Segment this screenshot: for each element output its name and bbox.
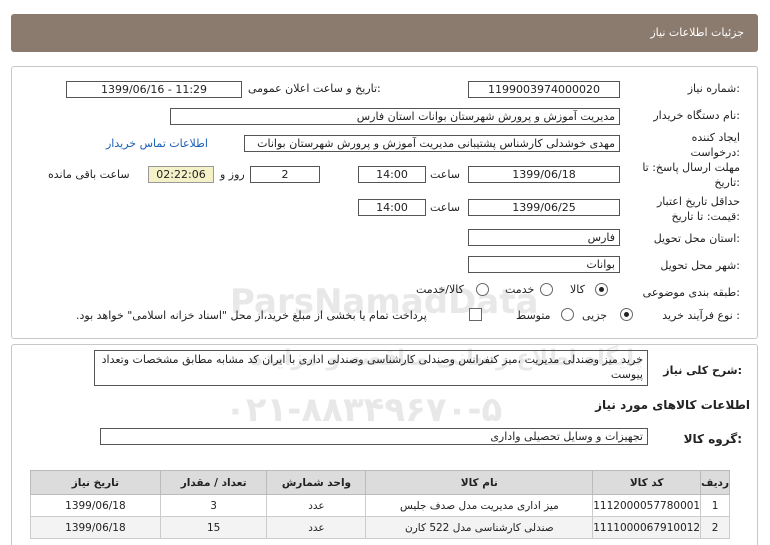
cell-goods-code: 1111000067910012 <box>592 516 702 539</box>
category-goods-radio[interactable] <box>595 283 608 296</box>
cell-row-number: 1 <box>700 494 730 517</box>
province-field: فارس <box>468 229 620 246</box>
cell-row-number: 2 <box>700 516 730 539</box>
announce-date-label: تاریخ و ساعت اعلان عمومی: <box>248 82 381 95</box>
send-time-field: 14:00 <box>358 166 426 183</box>
category-goods-label: کالا <box>570 283 585 296</box>
send-time-label: ساعت <box>430 168 460 181</box>
contact-buyer-link[interactable]: اطلاعات تماس خریدار <box>106 137 208 150</box>
city-field: بوانات <box>468 256 620 273</box>
process-medium-radio[interactable] <box>561 308 574 321</box>
send-date-field: 1399/06/18 <box>468 166 620 183</box>
treasury-payment-checkbox[interactable] <box>469 308 482 321</box>
cell-need-date: 1399/06/18 <box>30 494 161 517</box>
buyer-label: نام دستگاه خریدار: <box>653 109 740 122</box>
validity-time-field: 14:00 <box>358 199 426 216</box>
need-number-label: شماره نیاز: <box>687 82 740 95</box>
cell-need-date: 1399/06/18 <box>30 516 161 539</box>
goods-group-field: تجهیزات و وسایل تحصیلی واداری <box>100 428 648 445</box>
category-label: طبقه بندی موضوعی: <box>642 286 740 299</box>
cell-quantity: 15 <box>159 516 268 539</box>
cell-unit: عدد <box>266 494 367 517</box>
process-partial-label: جزیی <box>582 309 608 322</box>
page-title: جزئیات اطلاعات نیاز <box>650 26 744 39</box>
description-field: خرید میز وصندلی مدیریت ،میز کنفرانس وصند… <box>94 350 648 386</box>
cell-unit: عدد <box>266 516 367 539</box>
validity-date-field: 1399/06/25 <box>468 199 620 216</box>
goods-table: ردیف کد کالا نام کالا واحد شمارش تعداد /… <box>30 470 730 539</box>
validity-time-label: ساعت <box>430 201 460 214</box>
category-goods-service-radio[interactable] <box>476 283 489 296</box>
need-number-field: 1199003974000020 <box>468 81 620 98</box>
goods-table-header: ردیف کد کالا نام کالا واحد شمارش تعداد /… <box>30 470 730 495</box>
col-quantity: تعداد / مقدار <box>159 470 268 495</box>
description-label: شرح کلی نیاز: <box>663 364 742 377</box>
buyer-field: مدیریت آموزش و پرورش شهرستان بوانات استا… <box>170 108 620 125</box>
province-label: استان محل تحویل: <box>653 232 740 245</box>
cell-goods-name: میز اداری مدیریت مدل صدف جلیس <box>365 494 594 517</box>
goods-group-label: گروه کالا: <box>683 432 742 446</box>
cell-quantity: 3 <box>159 494 268 517</box>
category-service-label: خدمت <box>505 283 535 296</box>
announce-date-field: 1399/06/16 - 11:29 <box>66 81 242 98</box>
city-label: شهر محل تحویل: <box>660 259 740 272</box>
goods-section-title: اطلاعات کالاهای مورد نیاز <box>595 398 750 412</box>
remaining-time-label: ساعت باقی مانده <box>48 168 130 181</box>
process-label: نوع فرآیند خرید : <box>662 309 740 322</box>
table-row: 1 1112000057780001 میز اداری مدیریت مدل … <box>30 494 730 517</box>
creator-field: مهدی خوشدلی کارشناس پشتیبانی مدیریت آموز… <box>244 135 620 152</box>
process-partial-radio[interactable] <box>620 308 633 321</box>
col-unit: واحد شمارش <box>266 470 367 495</box>
cell-goods-code: 1112000057780001 <box>592 494 702 517</box>
price-validity-label-text: حداقل تاریخ اعتبار قیمت: تا تاریخ: <box>656 195 740 223</box>
cell-goods-name: صندلی کارشناسی مدل 522 کارن <box>365 516 594 539</box>
col-goods-code: کد کالا <box>592 470 702 495</box>
page-header: جزئیات اطلاعات نیاز <box>11 14 758 52</box>
price-validity-label: حداقل تاریخ اعتبار قیمت: تا تاریخ: <box>640 194 740 224</box>
category-goods-service-label: کالا/خدمت <box>416 283 464 296</box>
treasury-payment-note: پرداخت تمام یا بخشی از مبلغ خرید،از محل … <box>76 309 427 322</box>
creator-label: ایجاد کننده درخواست: <box>650 130 741 160</box>
category-service-radio[interactable] <box>540 283 553 296</box>
col-goods-name: نام کالا <box>365 470 594 495</box>
remaining-days-field: 2 <box>250 166 320 183</box>
col-row-number: ردیف <box>700 470 730 495</box>
send-deadline-label-text: مهلت ارسال پاسخ: تا تاریخ: <box>642 161 740 189</box>
creator-label-text: ایجاد کننده درخواست: <box>690 131 741 159</box>
col-need-date: تاریخ نیاز <box>30 470 161 495</box>
process-medium-label: متوسط <box>516 309 551 322</box>
days-label: روز و <box>220 168 245 181</box>
table-row: 2 1111000067910012 صندلی کارشناسی مدل 52… <box>30 516 730 539</box>
remaining-time-field: 02:22:06 <box>148 166 214 183</box>
send-deadline-label: مهلت ارسال پاسخ: تا تاریخ: <box>640 160 740 190</box>
